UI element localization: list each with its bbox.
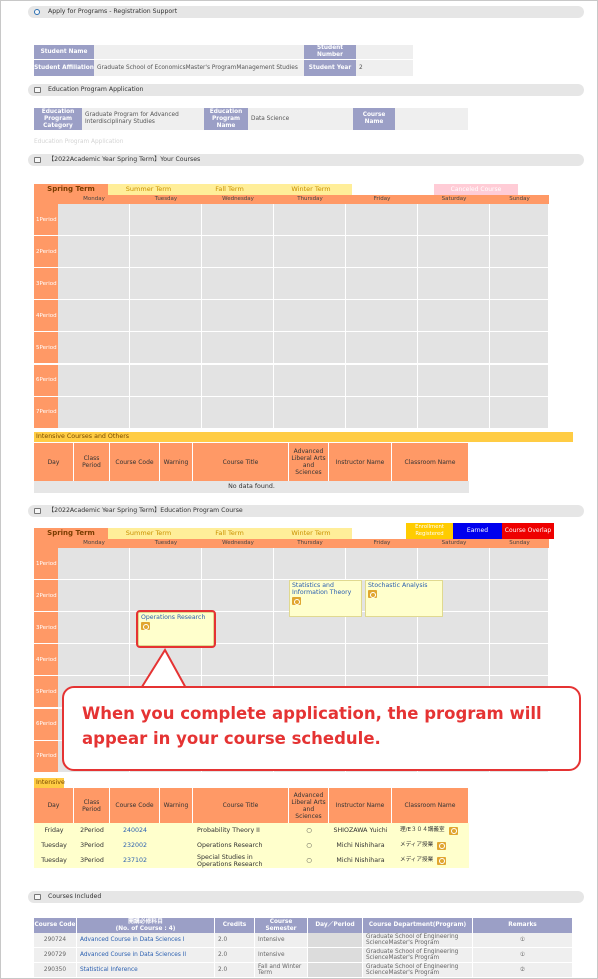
classroom-detail-icon[interactable] [437, 841, 447, 850]
column-header: Instructor Name [329, 788, 392, 823]
intensive-cell: Special Studies in Operations Research [197, 853, 263, 868]
included-column-header: Remarks [473, 918, 573, 933]
included-cell: Intensive [255, 933, 308, 947]
included-cell: ② [473, 963, 573, 977]
intensive-cell: 理/E３０４講義室 [392, 823, 469, 838]
intensive-cell [160, 838, 193, 853]
included-column-header: 開講必修科目 (No. of Course : 4) [77, 918, 215, 933]
intensive-table-2-header: Day Class Period Course Code Warning Course … [34, 788, 469, 823]
callout-joint [136, 688, 192, 692]
intensive-cell [160, 853, 193, 868]
callout-box: When you complete application, the progr… [62, 686, 581, 771]
included-cell[interactable]: Advanced Course in Data Sciences II [77, 948, 215, 962]
intensive-cell: ○ [306, 827, 312, 834]
classroom-detail-icon[interactable] [448, 826, 458, 835]
included-cell: 2.0 [215, 948, 255, 962]
classroom-detail-icon[interactable] [437, 856, 447, 865]
included-table-header: Course Code 開講必修科目 (No. of Course : 4) Cre… [34, 918, 573, 933]
column-header: Class Period [74, 788, 110, 823]
intensive-cell [160, 823, 193, 838]
intensive-cell: Friday [44, 827, 64, 834]
intensive-cell: ○ [306, 857, 312, 864]
intensive-cell: SHIOZAWA Yuichi [333, 827, 388, 834]
included-cell: 290350 [34, 963, 77, 977]
column-header: Day [34, 788, 74, 823]
intensive-cell: Tuesday [41, 857, 67, 864]
column-header: Course Title [193, 788, 289, 823]
intensive-table-2-body: Friday 2Period 240024 Probability Theory II… [34, 823, 469, 868]
included-cell: ① [473, 948, 573, 962]
included-cell: 2.0 [215, 933, 255, 947]
included-cell: Graduate School of Engineering ScienceMa… [363, 948, 473, 962]
included-cell: Graduate School of Engineering ScienceMa… [363, 963, 473, 977]
included-column-header: Day／Period [308, 918, 363, 933]
intensive-cell: Tuesday [41, 842, 67, 849]
included-cell: 2.0 [215, 963, 255, 977]
section-icon [34, 894, 41, 900]
included-cell: 290729 [34, 948, 77, 962]
intensive-cell: Probability Theory II [197, 827, 260, 834]
column-header: Warning [160, 788, 193, 823]
included-column-header: Course Code [34, 918, 77, 933]
included-cell [308, 933, 363, 947]
included-cell [308, 948, 363, 962]
intensive-cell: Operations Research [197, 842, 263, 849]
column-header: Classroom Name [392, 788, 469, 823]
included-column-header: Course Semester [255, 918, 308, 933]
included-column-header: Credits [215, 918, 255, 933]
intensive-cell: 3Period [80, 857, 104, 864]
included-column-header: Course Department(Program) [363, 918, 473, 933]
included-cell[interactable]: Advanced Course in Data Sciences I [77, 933, 215, 947]
included-cell: Intensive [255, 948, 308, 962]
included-cell: ① [473, 933, 573, 947]
included-cell[interactable]: Statistical Inference [77, 963, 215, 977]
included-cell: 290724 [34, 933, 77, 947]
intensive-title-2: Intensive [34, 778, 65, 788]
included-cell [308, 963, 363, 977]
column-header: Advanced Liberal Arts and Sciences [289, 788, 329, 823]
included-cell: Fall and Winter Term [255, 963, 308, 977]
intensive-cell: 2Period [80, 827, 104, 834]
courses-included-header: Courses Included [28, 891, 584, 903]
intensive-cell[interactable]: 240024 [110, 823, 160, 838]
included-cell: Graduate School of Engineering ScienceMa… [363, 933, 473, 947]
intensive-cell: Michi Nishihara [336, 857, 385, 864]
intensive-cell: ○ [306, 842, 312, 849]
intensive-cell: 3Period [80, 842, 104, 849]
intensive-cell: メディア授業 [392, 853, 469, 868]
included-table-body: 290724 Advanced Course in Data Sciences I… [34, 933, 573, 979]
intensive-cell[interactable]: 232002 [110, 838, 160, 853]
intensive-cell[interactable]: 237102 [110, 853, 160, 868]
intensive-cell: Michi Nishihara [336, 842, 385, 849]
column-header: Course Code [110, 788, 160, 823]
intensive-cell: メディア授業 [392, 838, 469, 853]
